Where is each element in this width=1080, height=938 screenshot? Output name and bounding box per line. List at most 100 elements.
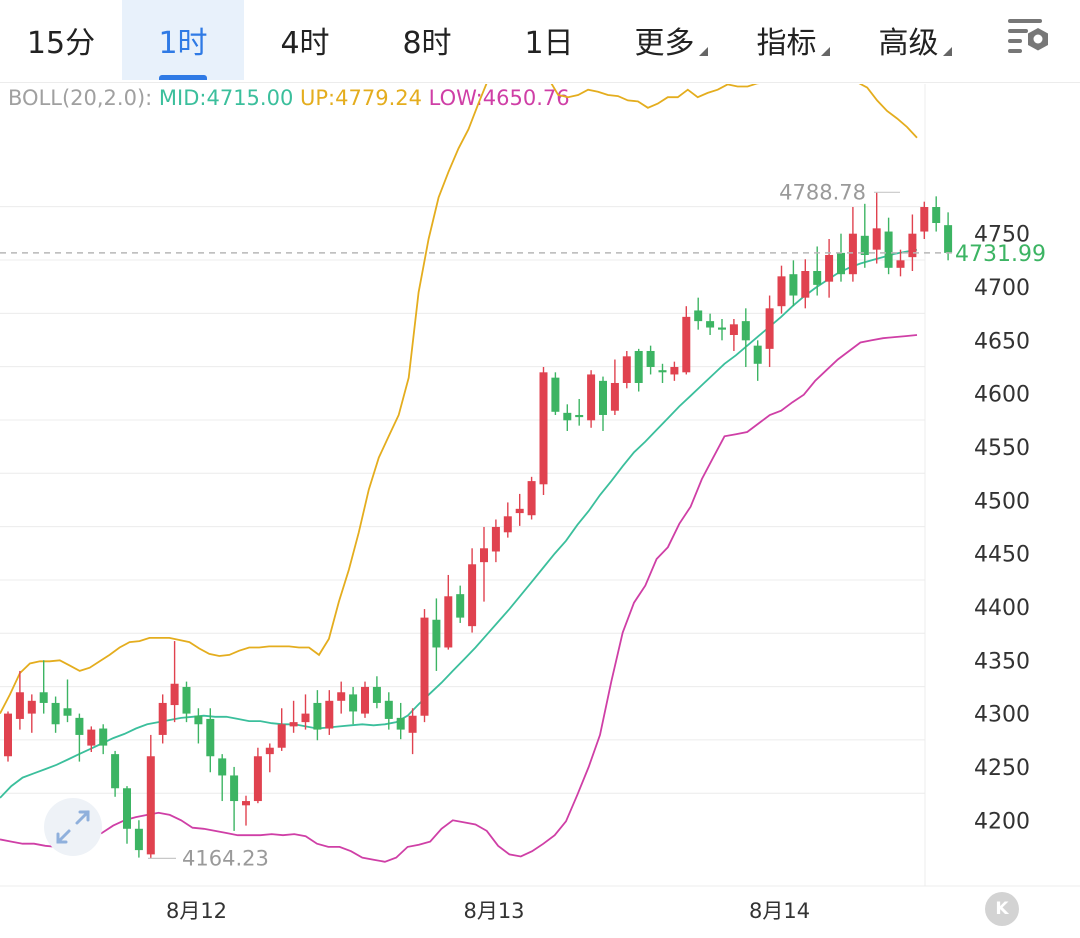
candle-body	[313, 702, 322, 730]
candlestick-chart[interactable]: 4200 4250 4300 4350 4400 4450 4500 4550 4600 4650…	[0, 84, 1080, 938]
candle-body	[194, 715, 203, 725]
candle-body	[932, 207, 941, 224]
candle-body	[610, 382, 619, 411]
y-tick-label: 4400	[974, 596, 1030, 621]
candle-body	[860, 235, 869, 256]
candle-body	[658, 370, 667, 373]
tab-7[interactable]: 高级	[854, 0, 976, 80]
candle-body	[670, 366, 679, 375]
chart-settings-button[interactable]	[1000, 12, 1056, 64]
candle-body	[729, 324, 738, 335]
candle-body	[646, 350, 655, 367]
tab-label: 高级	[878, 26, 939, 61]
candle-body	[158, 702, 167, 735]
candle-body	[39, 692, 48, 703]
candle-body	[218, 758, 227, 776]
candle-body	[753, 345, 762, 364]
candle-body	[575, 414, 584, 418]
interval-tab-bar: 15分 1时 4时 8时 1日 更多 指标 高级	[0, 0, 1080, 83]
tab-label: 15分	[26, 26, 96, 61]
candle-body	[837, 252, 845, 275]
candle-body	[896, 260, 905, 268]
candle-body	[682, 316, 691, 373]
boll-mid-line	[0, 248, 918, 799]
x-tick-label: 8月14	[749, 899, 810, 923]
candle-body	[396, 717, 405, 730]
candle-body	[420, 617, 429, 716]
candle-body	[563, 412, 572, 421]
candle-body	[908, 233, 917, 258]
candle-body	[384, 700, 393, 719]
tab-label: 1日	[524, 26, 574, 61]
y-tick-label: 4700	[974, 276, 1030, 301]
boll-up-line	[0, 84, 918, 715]
candle-body	[944, 225, 953, 253]
candle-body	[230, 775, 239, 802]
candle-body	[408, 715, 417, 733]
candle-body	[872, 228, 881, 250]
candle-body	[337, 692, 346, 701]
tab-label: 8时	[402, 26, 452, 61]
candle-body	[539, 372, 548, 485]
candle-body	[622, 356, 631, 383]
y-tick-label: 4450	[974, 543, 1030, 568]
candle-body	[206, 718, 215, 757]
kline-history-button[interactable]: K	[985, 892, 1019, 926]
y-tick-label: 4600	[974, 383, 1030, 408]
candle-body	[242, 801, 250, 806]
candle-body	[884, 231, 893, 268]
candle-body	[634, 350, 643, 383]
candle-body	[265, 747, 274, 755]
x-tick-label: 8月12	[166, 899, 227, 923]
candle-body	[503, 516, 512, 533]
candle-body	[372, 686, 381, 703]
candle-body	[694, 310, 703, 322]
tab-label: 更多	[634, 26, 695, 61]
candle-body	[765, 308, 774, 349]
tab-label: 指标	[756, 26, 817, 61]
candle-body	[587, 374, 596, 421]
y-tick-label: 4550	[974, 436, 1030, 461]
candle-body	[111, 754, 120, 789]
y-tick-label: 4250	[974, 756, 1030, 781]
candle-body	[146, 756, 155, 855]
tab-label: 4时	[280, 26, 330, 61]
candle-body	[801, 271, 810, 298]
dropdown-caret-icon	[942, 46, 952, 56]
tab-4[interactable]: 1日	[488, 0, 610, 80]
candle-body	[51, 702, 60, 725]
candle-body	[182, 686, 191, 714]
tab-6[interactable]: 指标	[732, 0, 854, 80]
y-tick-label: 4500	[974, 489, 1030, 514]
candle-body	[551, 377, 560, 412]
candle-body	[277, 724, 286, 748]
tab-3[interactable]: 8时	[366, 0, 488, 80]
high-price-annotation: 4788.78	[779, 180, 866, 204]
x-tick-label: 8月13	[463, 899, 524, 923]
y-tick-label: 4650	[974, 329, 1030, 354]
candle-body	[599, 380, 607, 415]
candle-body	[468, 564, 477, 627]
candle-body	[706, 321, 715, 328]
candle-body	[920, 207, 929, 232]
tab-0[interactable]: 15分	[0, 0, 122, 80]
candle-body	[527, 481, 536, 516]
tab-2[interactable]: 4时	[244, 0, 366, 80]
y-tick-label: 4300	[974, 703, 1030, 728]
tab-label: 1时	[158, 26, 208, 61]
candle-body	[123, 788, 131, 829]
candle-body	[87, 729, 96, 746]
candle-body	[777, 276, 786, 307]
chevron-left-icon: K	[995, 899, 1009, 919]
candle-body	[444, 596, 453, 648]
fullscreen-button[interactable]	[44, 798, 102, 856]
dropdown-caret-icon	[698, 46, 708, 56]
candle-body	[456, 594, 465, 618]
candle-body	[741, 321, 750, 341]
candle-body	[789, 274, 798, 296]
tab-5[interactable]: 更多	[610, 0, 732, 80]
tab-1[interactable]: 1时	[122, 0, 244, 80]
candle-body	[253, 756, 262, 802]
candle-body	[301, 713, 310, 723]
candle-body	[491, 526, 500, 552]
